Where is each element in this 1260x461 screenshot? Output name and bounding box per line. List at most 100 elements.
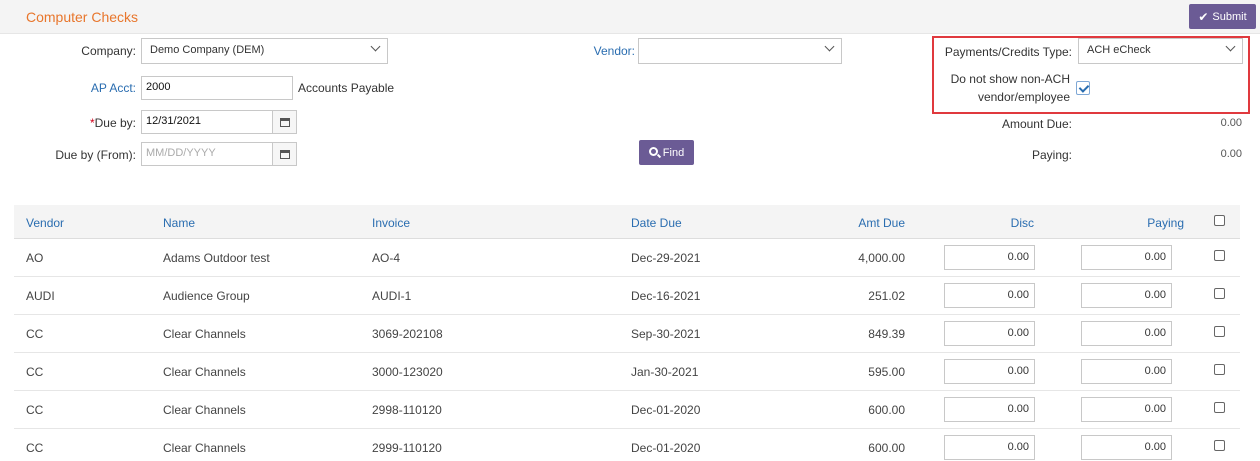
cell-name: Clear Channels: [163, 441, 246, 455]
calendar-icon: [279, 149, 290, 159]
company-value: Demo Company (DEM): [150, 44, 265, 56]
row-checkbox[interactable]: [1214, 440, 1225, 451]
cell-name: Clear Channels: [163, 403, 246, 417]
table-row: CC Clear Channels 3069-202108 Sep-30-202…: [14, 315, 1240, 353]
non-ach-label-line2: vendor/employee: [977, 90, 1070, 104]
payments-type-label: Payments/Credits Type:: [944, 45, 1072, 59]
chevron-down-icon: [824, 41, 835, 52]
due-by-label-text: Due by:: [94, 116, 136, 130]
col-paying[interactable]: Paying: [1124, 216, 1184, 230]
cell-date-due: Dec-01-2020: [631, 403, 701, 417]
cell-date-due: Dec-01-2020: [631, 441, 701, 455]
table-row: CC Clear Channels 3000-123020 Jan-30-202…: [14, 353, 1240, 391]
row-checkbox[interactable]: [1214, 364, 1225, 375]
due-from-input[interactable]: MM/DD/YYYY: [141, 142, 273, 166]
paying-input[interactable]: 0.00: [1081, 359, 1172, 384]
paying-input[interactable]: 0.00: [1081, 245, 1172, 270]
ap-acct-description: Accounts Payable: [298, 81, 395, 95]
paying-input[interactable]: 0.00: [1081, 435, 1172, 460]
row-checkbox[interactable]: [1214, 402, 1225, 413]
chevron-down-icon: [370, 41, 381, 52]
cell-invoice: 3000-123020: [372, 365, 443, 379]
search-icon: [648, 147, 658, 156]
cell-invoice: AO-4: [372, 251, 401, 265]
col-amt-due[interactable]: Amt Due: [840, 216, 905, 230]
disc-input[interactable]: 0.00: [944, 435, 1035, 460]
row-checkbox[interactable]: [1214, 326, 1225, 337]
cell-name: Clear Channels: [163, 365, 246, 379]
company-label: Company:: [81, 44, 136, 58]
cell-name: Clear Channels: [163, 327, 246, 341]
cell-vendor: AUDI: [26, 289, 55, 303]
table-row: CC Clear Channels 2999-110120 Dec-01-202…: [14, 429, 1240, 461]
non-ach-checkbox[interactable]: [1076, 81, 1090, 95]
disc-input[interactable]: 0.00: [944, 283, 1035, 308]
cell-amt-due: 251.02: [868, 289, 905, 303]
cell-date-due: Sep-30-2021: [631, 327, 701, 341]
cell-date-due: Jan-30-2021: [631, 365, 699, 379]
cell-vendor: CC: [26, 327, 44, 341]
cell-vendor: CC: [26, 441, 44, 455]
table-row: AUDI Audience Group AUDI-1 Dec-16-2021 2…: [14, 277, 1240, 315]
col-date-due[interactable]: Date Due: [631, 216, 682, 230]
vendor-label[interactable]: Vendor:: [580, 44, 635, 58]
paying-input[interactable]: 0.00: [1081, 397, 1172, 422]
cell-vendor: AO: [26, 251, 44, 265]
cell-vendor: CC: [26, 365, 44, 379]
find-button[interactable]: Find: [639, 140, 694, 165]
calendar-button[interactable]: [273, 110, 297, 134]
cell-amt-due: 595.00: [868, 365, 905, 379]
table-header: Vendor Name Invoice Date Due Amt Due Dis…: [14, 205, 1240, 239]
cell-invoice: 3069-202108: [372, 327, 443, 341]
cell-amt-due: 600.00: [868, 403, 905, 417]
due-by-input[interactable]: 12/31/2021: [141, 110, 273, 134]
table-row: AO Adams Outdoor test AO-4 Dec-29-2021 4…: [14, 239, 1240, 277]
cell-name: Adams Outdoor test: [163, 251, 270, 265]
find-label: Find: [662, 146, 685, 159]
select-all-checkbox[interactable]: [1214, 215, 1225, 226]
disc-input[interactable]: 0.00: [944, 245, 1035, 270]
payments-type-value: ACH eCheck: [1087, 44, 1151, 56]
disc-input[interactable]: 0.00: [944, 359, 1035, 384]
due-from-label: Due by (From):: [55, 148, 136, 162]
cell-invoice: 2999-110120: [372, 441, 442, 455]
col-vendor[interactable]: Vendor: [26, 216, 64, 230]
row-checkbox[interactable]: [1214, 250, 1225, 261]
cell-invoice: 2998-110120: [372, 403, 442, 417]
col-disc[interactable]: Disc: [974, 216, 1034, 230]
cell-amt-due: 4,000.00: [858, 251, 905, 265]
cell-amt-due: 600.00: [868, 441, 905, 455]
company-select[interactable]: Demo Company (DEM): [141, 38, 388, 64]
calendar-icon: [279, 117, 290, 127]
row-checkbox[interactable]: [1214, 288, 1225, 299]
paying-value: 0.00: [1220, 148, 1242, 160]
col-name[interactable]: Name: [163, 216, 195, 230]
cell-invoice: AUDI-1: [372, 289, 412, 303]
due-by-label: *Due by:: [89, 116, 136, 130]
amount-due-label: Amount Due:: [1001, 117, 1072, 131]
cell-vendor: CC: [26, 403, 44, 417]
paying-input[interactable]: 0.00: [1081, 321, 1172, 346]
page-title: Computer Checks: [26, 9, 139, 25]
cell-name: Audience Group: [163, 289, 250, 303]
ap-acct-input[interactable]: 2000: [141, 76, 293, 100]
chevron-down-icon: [1225, 41, 1236, 52]
calendar-button[interactable]: [273, 142, 297, 166]
disc-input[interactable]: 0.00: [944, 321, 1035, 346]
col-invoice[interactable]: Invoice: [372, 216, 410, 230]
cell-amt-due: 849.39: [868, 327, 905, 341]
vendor-select[interactable]: [638, 38, 842, 64]
submit-button[interactable]: ✔ Submit: [1189, 4, 1256, 29]
ap-acct-label[interactable]: AP Acct:: [60, 81, 136, 95]
table-row: CC Clear Channels 2998-110120 Dec-01-202…: [14, 391, 1240, 429]
payments-type-select[interactable]: ACH eCheck: [1078, 38, 1243, 64]
disc-input[interactable]: 0.00: [944, 397, 1035, 422]
submit-label: Submit: [1212, 10, 1247, 23]
cell-date-due: Dec-29-2021: [631, 251, 701, 265]
non-ach-label-line1: Do not show non-ACH: [950, 72, 1070, 86]
amount-due-value: 0.00: [1220, 117, 1242, 129]
checkmark-icon: ✔: [1198, 9, 1209, 24]
paying-input[interactable]: 0.00: [1081, 283, 1172, 308]
paying-label: Paying:: [1031, 148, 1072, 162]
title-bar: Computer Checks ✔ Submit: [0, 0, 1260, 34]
